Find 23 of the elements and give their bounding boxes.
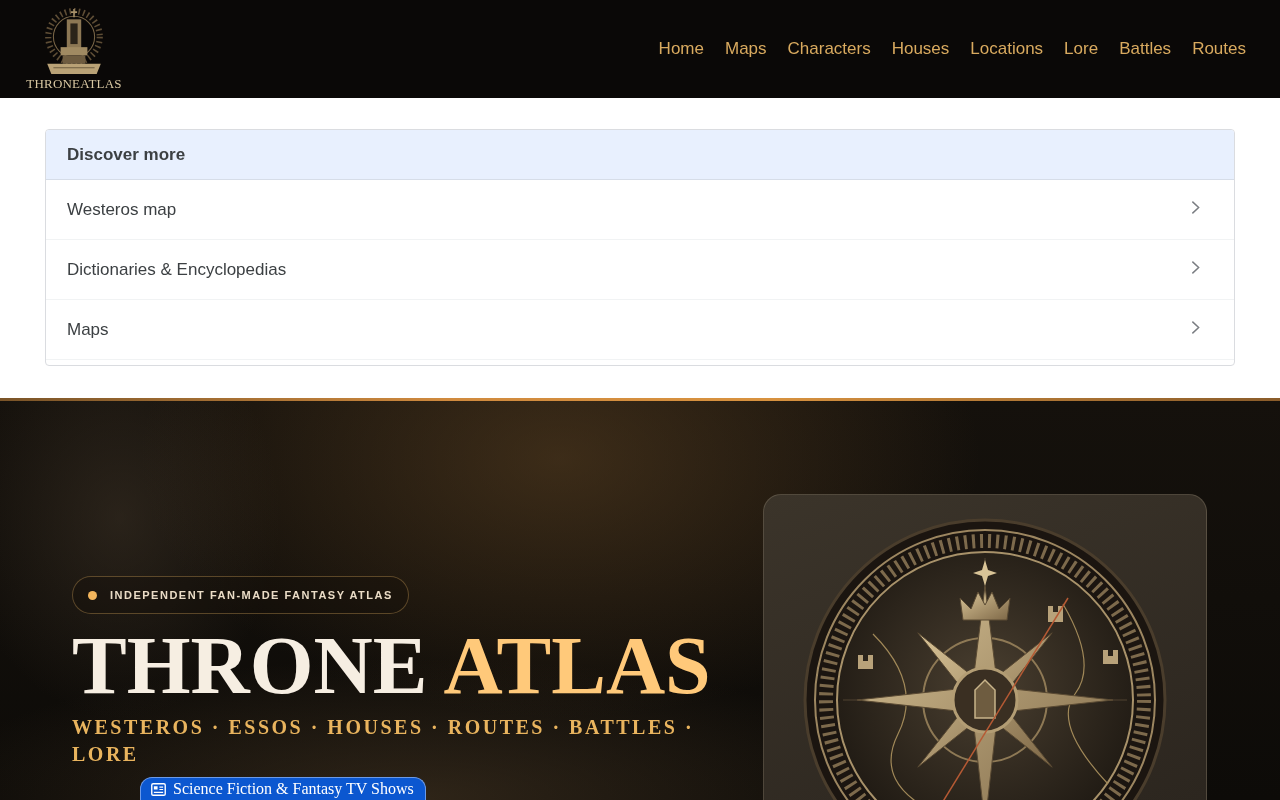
discover-link[interactable]: Dictionaries & Encyclopedias: [46, 240, 1234, 300]
topic-chip[interactable]: Science Fiction & Fantasy TV Shows: [140, 777, 426, 800]
chevron-right-icon: [1191, 260, 1200, 275]
discover-link[interactable]: Westeros map: [46, 180, 1234, 240]
discover-title: Discover more: [46, 130, 1234, 180]
discover-link[interactable]: Maps: [46, 300, 1234, 360]
nav-link[interactable]: Routes: [1192, 37, 1246, 61]
nav-link[interactable]: Home: [658, 37, 704, 61]
nav-link[interactable]: Locations: [970, 37, 1044, 61]
hero-title: THRONE ATLAS: [72, 624, 712, 708]
hero-tagline: WESTEROS · ESSOS · HOUSES · ROUTES · BATTLES · LORE: [72, 715, 696, 767]
nav-link[interactable]: Maps: [724, 37, 767, 61]
nav-link[interactable]: Characters: [787, 37, 871, 61]
chevron-right-icon: [1191, 200, 1200, 215]
nav-link[interactable]: Lore: [1064, 37, 1099, 61]
logo-wordmark[interactable]: THRONEATLAS: [26, 76, 122, 92]
badge-text: INDEPENDENT FAN-MADE FANTASY ATLAS: [110, 589, 393, 601]
nav-link[interactable]: Battles: [1119, 37, 1172, 61]
nav-link[interactable]: Houses: [891, 37, 950, 61]
throne-logo-icon[interactable]: [43, 8, 105, 76]
dot-icon: [88, 590, 97, 600]
chevron-right-icon: [1191, 320, 1200, 335]
list-icon: [151, 782, 166, 796]
